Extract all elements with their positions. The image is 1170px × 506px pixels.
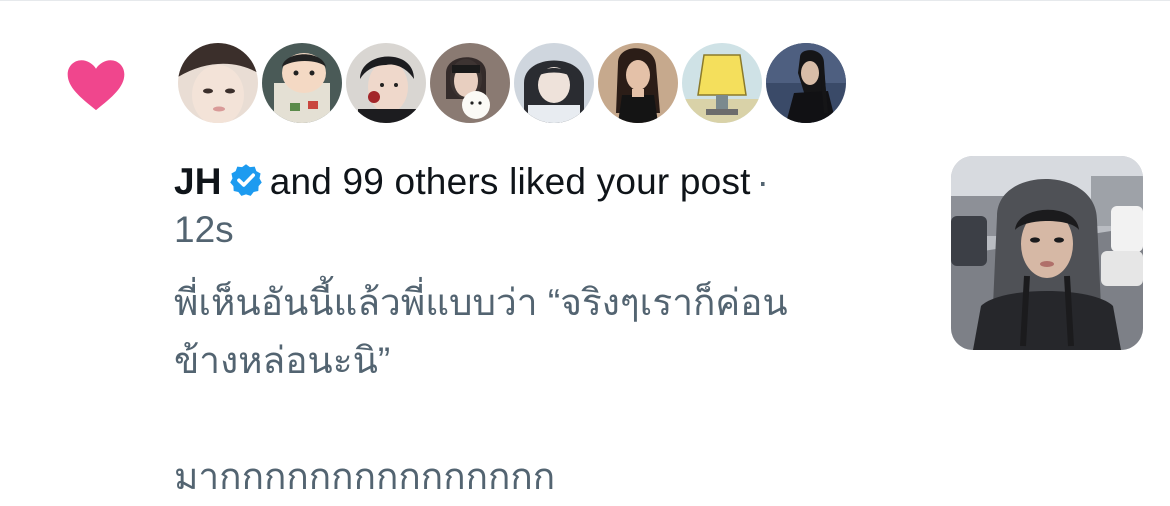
avatar-3[interactable] <box>346 43 426 123</box>
top-divider <box>0 0 1170 1</box>
avatar-8[interactable] <box>766 43 846 123</box>
timestamp: 12s <box>174 209 234 250</box>
separator-dot: · <box>756 161 770 202</box>
post-text: พี่เห็นอันนี้แล้วพี่แบบว่า “จริงๆเราก็ค่… <box>174 282 788 497</box>
avatar-4[interactable] <box>430 43 510 123</box>
liker-avatars <box>178 43 846 123</box>
notification-headline: JH and 99 others liked your post · <box>174 158 934 206</box>
avatar-2[interactable] <box>262 43 342 123</box>
avatar-6[interactable] <box>598 43 678 123</box>
heart-icon <box>62 50 130 118</box>
avatar-7[interactable] <box>682 43 762 123</box>
avatar-1[interactable] <box>178 43 258 123</box>
verified-badge-icon <box>228 162 264 198</box>
avatar-5[interactable] <box>514 43 594 123</box>
notification-content[interactable]: JH and 99 others liked your post · 12s พี่… <box>174 158 934 506</box>
action-text: and 99 others liked your post <box>269 161 751 202</box>
actor-name[interactable]: JH <box>174 161 222 202</box>
post-thumbnail[interactable] <box>951 156 1143 350</box>
